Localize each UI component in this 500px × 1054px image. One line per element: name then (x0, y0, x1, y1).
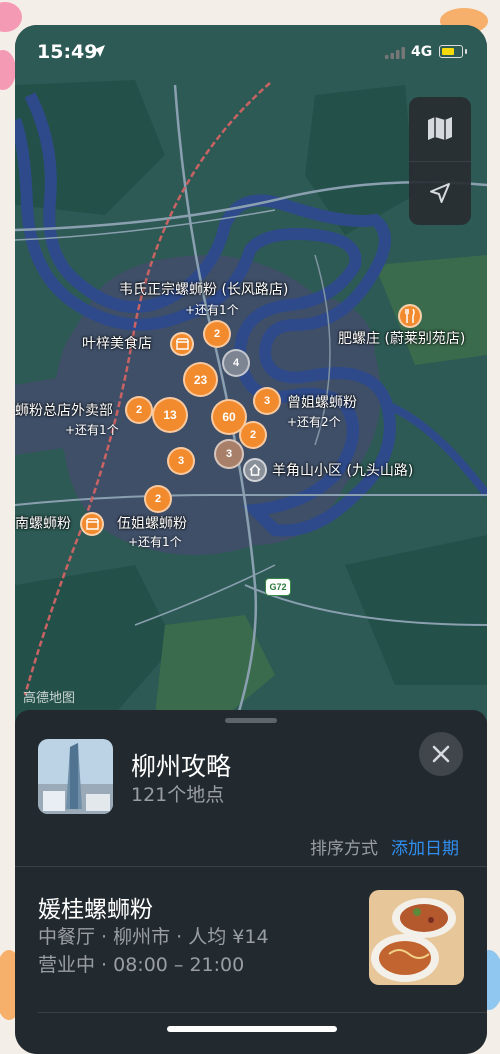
place-label: 羊角山小区 (九头山路) (272, 463, 414, 479)
cluster-count: 3 (263, 395, 271, 407)
place-label: 曾姐螺蛳粉 (287, 395, 357, 411)
sheet-grabber[interactable] (225, 718, 277, 723)
place-more-label: +还有2个 (287, 415, 341, 429)
cellular-signal-icon (385, 47, 405, 59)
map-cluster[interactable]: 3 (167, 447, 195, 475)
place-label: 南螺蛳粉 (15, 516, 71, 532)
guide-title: 柳州攻略 (131, 752, 232, 781)
home-icon (249, 464, 261, 476)
cluster-count: 3 (225, 448, 233, 460)
place-label: 叶梓美食店 (82, 336, 152, 352)
map-controls (409, 97, 471, 225)
cluster-count: 2 (213, 328, 221, 340)
cluster-count: 60 (222, 410, 236, 424)
store-icon (175, 338, 189, 350)
divider (38, 1012, 487, 1013)
home-indicator[interactable] (167, 1026, 337, 1032)
location-services-icon (93, 45, 105, 57)
guide-place-count: 121个地点 (131, 784, 225, 806)
cluster-count: 2 (135, 404, 143, 416)
store-icon (85, 518, 99, 530)
highway-shield: G72 (265, 578, 291, 596)
cluster-count: 4 (232, 357, 240, 369)
place-name: 媛桂螺蛳粉 (38, 897, 153, 923)
battery-icon (439, 45, 467, 58)
map-cluster[interactable]: 2 (239, 421, 267, 449)
residence-pin[interactable] (243, 458, 267, 482)
map-cluster[interactable]: 4 (222, 349, 250, 377)
network-type: 4G (411, 44, 433, 60)
place-more-label: +还有1个 (185, 303, 239, 317)
cluster-count: 2 (154, 493, 162, 505)
phone-screen: 2 4 23 2 13 60 3 2 3 3 2 韦氏正宗螺蛳粉 (长风路店) … (15, 25, 487, 1054)
map-icon (428, 117, 452, 140)
map-view[interactable]: 2 4 23 2 13 60 3 2 3 3 2 韦氏正宗螺蛳粉 (长风路店) … (15, 25, 487, 725)
guide-cover-image (38, 739, 113, 814)
cluster-count: 13 (163, 408, 177, 422)
locate-button[interactable] (409, 161, 471, 225)
map-cluster[interactable]: 2 (125, 396, 153, 424)
map-mode-button[interactable] (409, 97, 471, 161)
location-arrow-icon (430, 183, 450, 203)
cluster-count: 2 (249, 429, 257, 441)
place-more-label: +还有1个 (65, 423, 119, 437)
place-label: 韦氏正宗螺蛳粉 (长风路店) (119, 282, 289, 298)
map-cluster[interactable]: 23 (183, 362, 218, 397)
fork-knife-icon (405, 309, 415, 323)
store-pin[interactable] (80, 512, 104, 536)
map-cluster[interactable]: 2 (203, 320, 231, 348)
place-more-label: +还有1个 (128, 535, 182, 549)
map-cluster[interactable]: 3 (214, 439, 244, 469)
place-hours: 营业中 · 08:00 – 21:00 (38, 954, 245, 976)
map-cluster[interactable]: 13 (152, 397, 188, 433)
restaurant-pin[interactable] (398, 304, 422, 328)
place-label: 伍姐螺蛳粉 (117, 516, 187, 532)
map-cluster[interactable]: 3 (253, 387, 281, 415)
divider (15, 866, 487, 867)
place-label: 蛳粉总店外卖部 (15, 403, 113, 419)
store-pin[interactable] (170, 332, 194, 356)
sort-label: 排序方式 (310, 839, 378, 859)
place-photo (369, 890, 464, 985)
cluster-count: 23 (193, 372, 208, 387)
status-time: 15:49 (37, 41, 98, 63)
map-cluster[interactable]: 2 (144, 485, 172, 513)
guide-sheet: 柳州攻略 121个地点 排序方式 添加日期 媛桂螺蛳粉 中餐厅 · 柳州市 · … (15, 710, 487, 1054)
map-watermark: 高德地图 (23, 691, 76, 706)
place-label: 肥螺庄 (蔚莱别苑店) (338, 331, 466, 347)
sort-option-button[interactable]: 添加日期 (391, 834, 459, 859)
close-button[interactable] (419, 732, 463, 776)
status-bar: 15:49 4G (15, 25, 487, 81)
wallpaper-decoration (0, 50, 16, 90)
close-icon (432, 745, 450, 763)
place-meta: 中餐厅 · 柳州市 · 人均 ¥14 (38, 926, 269, 948)
cluster-count: 3 (177, 455, 185, 467)
